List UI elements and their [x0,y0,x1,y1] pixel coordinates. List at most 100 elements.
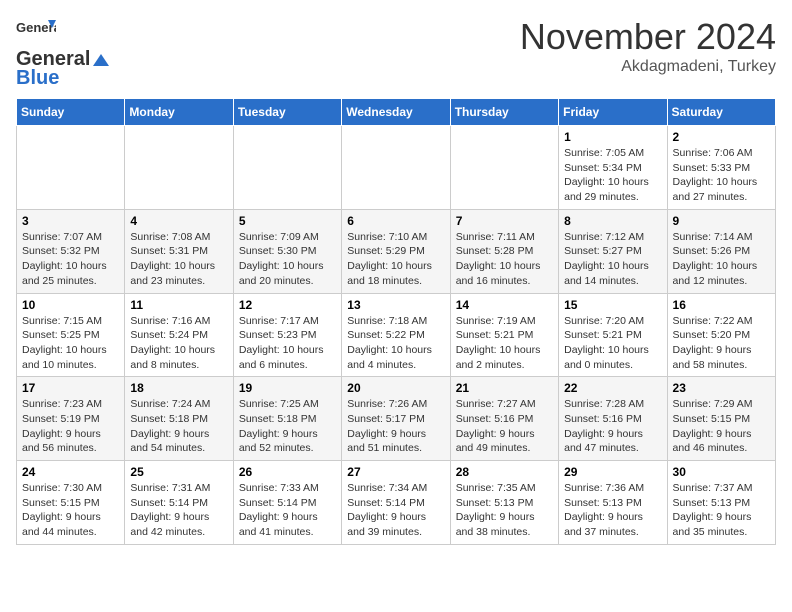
calendar-cell: 2Sunrise: 7:06 AM Sunset: 5:33 PM Daylig… [667,126,775,210]
calendar-cell: 6 Sunrise: 7:10 AM Sunset: 5:29 PM Daylig… [342,209,450,293]
day-info: Sunrise: 7:35 AM Sunset: 5:13 PM Dayligh… [456,481,553,540]
day-number: 2 [673,130,770,144]
day-info: Sunrise: 7:23 AM Sunset: 5:19 PM Dayligh… [22,397,119,456]
calendar-cell: 18 Sunrise: 7:24 AM Sunset: 5:18 PM Dayli… [125,377,233,461]
day-number: 1 [564,130,661,144]
day-info: Sunrise: 7:31 AM Sunset: 5:14 PM Dayligh… [130,481,227,540]
day-info: Sunrise: 7:33 AM Sunset: 5:14 PM Dayligh… [239,481,336,540]
day-number: 13 [347,298,444,312]
calendar-cell: 12 Sunrise: 7:17 AM Sunset: 5:23 PM Dayli… [233,293,341,377]
day-info: Sunrise: 7:26 AM Sunset: 5:17 PM Dayligh… [347,397,444,456]
day-info: Sunrise: 7:14 AM Sunset: 5:26 PM Dayligh… [673,230,770,289]
logo-blue-text: Blue [16,67,59,90]
day-number: 7 [456,214,553,228]
calendar-header-row: SundayMondayTuesdayWednesdayThursdayFrid… [17,99,776,126]
calendar-cell: 10 Sunrise: 7:15 AM Sunset: 5:25 PM Dayli… [17,293,125,377]
calendar-cell: 15 Sunrise: 7:20 AM Sunset: 5:21 PM Dayli… [559,293,667,377]
day-info: Sunrise: 7:18 AM Sunset: 5:22 PM Dayligh… [347,314,444,373]
day-number: 11 [130,298,227,312]
calendar-cell: 19 Sunrise: 7:25 AM Sunset: 5:18 PM Dayli… [233,377,341,461]
calendar-week-row: 3Sunrise: 7:07 AM Sunset: 5:32 PM Daylig… [17,209,776,293]
day-number: 15 [564,298,661,312]
day-number: 5 [239,214,336,228]
weekday-header: Sunday [17,99,125,126]
month-title: November 2024 [520,16,776,58]
day-number: 17 [22,381,119,395]
day-number: 8 [564,214,661,228]
calendar-cell [450,126,558,210]
day-number: 10 [22,298,119,312]
day-info: Sunrise: 7:07 AM Sunset: 5:32 PM Dayligh… [22,230,119,289]
calendar-cell: 21 Sunrise: 7:27 AM Sunset: 5:16 PM Dayli… [450,377,558,461]
calendar-cell: 29 Sunrise: 7:36 AM Sunset: 5:13 PM Dayli… [559,461,667,545]
day-info: Sunrise: 7:15 AM Sunset: 5:25 PM Dayligh… [22,314,119,373]
day-number: 14 [456,298,553,312]
day-info: Sunrise: 7:30 AM Sunset: 5:15 PM Dayligh… [22,481,119,540]
calendar-cell: 22 Sunrise: 7:28 AM Sunset: 5:16 PM Dayli… [559,377,667,461]
day-number: 29 [564,465,661,479]
calendar-cell: 4Sunrise: 7:08 AM Sunset: 5:31 PM Daylig… [125,209,233,293]
calendar-cell: 30Sunrise: 7:37 AM Sunset: 5:13 PM Dayli… [667,461,775,545]
calendar-table: SundayMondayTuesdayWednesdayThursdayFrid… [16,98,776,545]
calendar-week-row: 1 Sunrise: 7:05 AM Sunset: 5:34 PM Daylig… [17,126,776,210]
calendar-cell [125,126,233,210]
calendar-week-row: 24Sunrise: 7:30 AM Sunset: 5:15 PM Dayli… [17,461,776,545]
day-info: Sunrise: 7:12 AM Sunset: 5:27 PM Dayligh… [564,230,661,289]
weekday-header: Tuesday [233,99,341,126]
day-number: 23 [673,381,770,395]
day-number: 27 [347,465,444,479]
page-header: General General Blue November 2024 Akdag… [16,16,776,90]
day-info: Sunrise: 7:22 AM Sunset: 5:20 PM Dayligh… [673,314,770,373]
calendar-cell: 7 Sunrise: 7:11 AM Sunset: 5:28 PM Daylig… [450,209,558,293]
weekday-header: Monday [125,99,233,126]
calendar-cell: 23 Sunrise: 7:29 AM Sunset: 5:15 PM Dayli… [667,377,775,461]
day-info: Sunrise: 7:17 AM Sunset: 5:23 PM Dayligh… [239,314,336,373]
day-info: Sunrise: 7:25 AM Sunset: 5:18 PM Dayligh… [239,397,336,456]
day-number: 19 [239,381,336,395]
day-number: 16 [673,298,770,312]
day-number: 6 [347,214,444,228]
day-info: Sunrise: 7:28 AM Sunset: 5:16 PM Dayligh… [564,397,661,456]
day-number: 30 [673,465,770,479]
day-info: Sunrise: 7:29 AM Sunset: 5:15 PM Dayligh… [673,397,770,456]
calendar-cell: 17 Sunrise: 7:23 AM Sunset: 5:19 PM Dayli… [17,377,125,461]
day-info: Sunrise: 7:09 AM Sunset: 5:30 PM Dayligh… [239,230,336,289]
calendar-cell: 26 Sunrise: 7:33 AM Sunset: 5:14 PM Dayli… [233,461,341,545]
calendar-cell: 1 Sunrise: 7:05 AM Sunset: 5:34 PM Daylig… [559,126,667,210]
day-number: 12 [239,298,336,312]
calendar-cell [342,126,450,210]
calendar-cell [233,126,341,210]
calendar-cell [17,126,125,210]
day-number: 26 [239,465,336,479]
day-info: Sunrise: 7:05 AM Sunset: 5:34 PM Dayligh… [564,146,661,205]
calendar-week-row: 17 Sunrise: 7:23 AM Sunset: 5:19 PM Dayli… [17,377,776,461]
calendar-cell: 5 Sunrise: 7:09 AM Sunset: 5:30 PM Daylig… [233,209,341,293]
day-info: Sunrise: 7:34 AM Sunset: 5:14 PM Dayligh… [347,481,444,540]
day-number: 21 [456,381,553,395]
day-info: Sunrise: 7:27 AM Sunset: 5:16 PM Dayligh… [456,397,553,456]
calendar-cell: 27 Sunrise: 7:34 AM Sunset: 5:14 PM Dayli… [342,461,450,545]
calendar-cell: 9 Sunrise: 7:14 AM Sunset: 5:26 PM Daylig… [667,209,775,293]
day-info: Sunrise: 7:20 AM Sunset: 5:21 PM Dayligh… [564,314,661,373]
calendar-cell: 8 Sunrise: 7:12 AM Sunset: 5:27 PM Daylig… [559,209,667,293]
logo: General General Blue [16,16,112,90]
logo-triangle [91,52,111,68]
calendar-cell: 14 Sunrise: 7:19 AM Sunset: 5:21 PM Dayli… [450,293,558,377]
day-number: 20 [347,381,444,395]
calendar-cell: 24Sunrise: 7:30 AM Sunset: 5:15 PM Dayli… [17,461,125,545]
day-number: 22 [564,381,661,395]
day-number: 9 [673,214,770,228]
day-info: Sunrise: 7:36 AM Sunset: 5:13 PM Dayligh… [564,481,661,540]
day-info: Sunrise: 7:19 AM Sunset: 5:21 PM Dayligh… [456,314,553,373]
day-number: 18 [130,381,227,395]
day-info: Sunrise: 7:11 AM Sunset: 5:28 PM Dayligh… [456,230,553,289]
day-info: Sunrise: 7:24 AM Sunset: 5:18 PM Dayligh… [130,397,227,456]
logo-icon: General [16,16,56,48]
day-number: 4 [130,214,227,228]
calendar-cell: 20 Sunrise: 7:26 AM Sunset: 5:17 PM Dayli… [342,377,450,461]
day-info: Sunrise: 7:10 AM Sunset: 5:29 PM Dayligh… [347,230,444,289]
weekday-header: Wednesday [342,99,450,126]
day-info: Sunrise: 7:16 AM Sunset: 5:24 PM Dayligh… [130,314,227,373]
title-area: November 2024 Akdagmadeni, Turkey [520,16,776,76]
day-number: 28 [456,465,553,479]
